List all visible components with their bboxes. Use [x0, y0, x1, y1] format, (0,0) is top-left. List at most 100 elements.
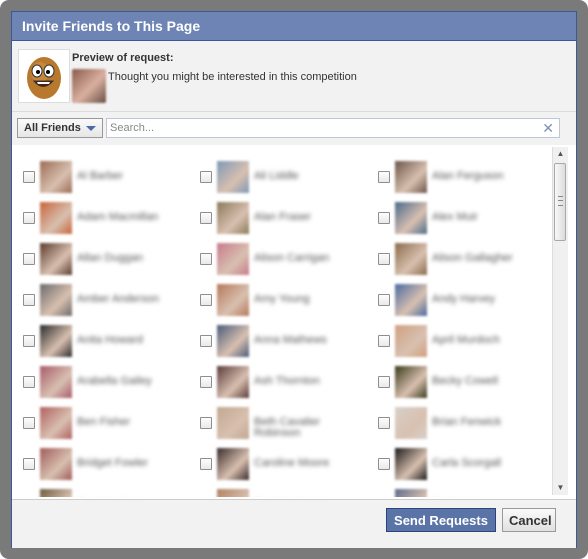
- friend-checkbox[interactable]: [200, 335, 212, 347]
- friend-item[interactable]: April Murdoch: [378, 325, 548, 359]
- friend-name: Alison Carrigan: [254, 252, 330, 264]
- friend-item[interactable]: Amy Young: [200, 284, 370, 318]
- friend-checkbox[interactable]: [200, 294, 212, 306]
- friend-checkbox[interactable]: [200, 376, 212, 388]
- friend-avatar: [395, 407, 427, 439]
- friend-name: Al Barber: [77, 170, 123, 182]
- grip-icon: [558, 196, 563, 206]
- friend-item[interactable]: Cat Learn: [378, 489, 548, 497]
- friend-avatar: [217, 489, 249, 497]
- friend-checkbox[interactable]: [23, 294, 35, 306]
- friend-checkbox[interactable]: [378, 253, 390, 265]
- friend-item[interactable]: Ali Liddle: [200, 161, 370, 195]
- friend-avatar: [395, 243, 427, 275]
- friend-name: Becky Cowell: [432, 375, 499, 387]
- search-input[interactable]: [110, 120, 530, 136]
- friend-list: Al Barber Ali Liddle Alan Ferguson Adam Mac…: [12, 145, 576, 497]
- scrollbar-thumb[interactable]: [554, 163, 566, 241]
- friend-item[interactable]: Carla Scorgall: [378, 448, 548, 482]
- friend-item[interactable]: Al Barber: [23, 161, 193, 195]
- friend-name: Amber Anderson: [77, 293, 159, 305]
- friend-item[interactable]: Anna Mathews: [200, 325, 370, 359]
- friend-name: Caroline Moore: [254, 457, 330, 469]
- preview-title: Preview of request:: [72, 52, 174, 64]
- search-box: ✕: [106, 118, 560, 138]
- scroll-up-arrow-icon[interactable]: ▲: [553, 147, 568, 161]
- friend-avatar: [40, 243, 72, 275]
- friend-name: Carla Scorgall: [432, 457, 502, 469]
- friend-checkbox[interactable]: [23, 417, 35, 429]
- friend-name: Andy Harvey: [432, 293, 495, 305]
- friend-item[interactable]: Carl Morrison: [23, 489, 193, 497]
- friend-item[interactable]: Alan Fraser: [200, 202, 370, 236]
- friend-checkbox[interactable]: [200, 458, 212, 470]
- friend-checkbox[interactable]: [378, 294, 390, 306]
- friend-avatar: [217, 243, 249, 275]
- clear-search-icon[interactable]: ✕: [542, 120, 554, 136]
- friend-item[interactable]: Allan Duggan: [23, 243, 193, 277]
- friend-item[interactable]: Becky Cowell: [378, 366, 548, 400]
- friend-item[interactable]: Ash Thornton: [200, 366, 370, 400]
- friend-checkbox[interactable]: [23, 458, 35, 470]
- friend-item[interactable]: Beth Cavalier Robinson: [200, 407, 370, 441]
- friend-item[interactable]: Ben Fisher: [23, 407, 193, 441]
- friend-name: Anita Howard: [77, 334, 144, 346]
- dialog-title: Invite Friends to This Page: [12, 12, 576, 41]
- friend-avatar: [40, 284, 72, 316]
- friend-name: Alan Ferguson: [432, 170, 504, 182]
- friend-avatar: [40, 448, 72, 480]
- friend-avatar: [217, 366, 249, 398]
- friend-checkbox[interactable]: [378, 335, 390, 347]
- friend-checkbox[interactable]: [200, 171, 212, 183]
- scroll-down-arrow-icon[interactable]: ▼: [553, 481, 568, 495]
- friend-checkbox[interactable]: [200, 417, 212, 429]
- request-preview: Preview of request: Thought you might be…: [12, 41, 576, 112]
- friend-avatar: [40, 407, 72, 439]
- friend-item[interactable]: Carly Anderson: [200, 489, 370, 497]
- friend-checkbox[interactable]: [23, 171, 35, 183]
- friend-checkbox[interactable]: [200, 253, 212, 265]
- friend-item[interactable]: Adam Macmillan: [23, 202, 193, 236]
- friend-name: Bridget Fowler: [77, 457, 148, 469]
- list-scrollbar[interactable]: ▲ ▼: [552, 147, 568, 495]
- cancel-button[interactable]: Cancel: [502, 508, 556, 532]
- friend-avatar: [395, 284, 427, 316]
- preview-message: Thought you might be interested in this …: [108, 71, 357, 83]
- friend-checkbox[interactable]: [200, 212, 212, 224]
- friend-avatar: [395, 448, 427, 480]
- friend-avatar: [395, 161, 427, 193]
- friend-checkbox[interactable]: [378, 458, 390, 470]
- friend-item[interactable]: Brian Fenwick: [378, 407, 548, 441]
- friend-item[interactable]: Caroline Moore: [200, 448, 370, 482]
- friend-checkbox[interactable]: [23, 335, 35, 347]
- friend-checkbox[interactable]: [378, 212, 390, 224]
- friend-item[interactable]: Alison Carrigan: [200, 243, 370, 277]
- friend-name: Alan Fraser: [254, 211, 311, 223]
- friend-avatar: [395, 366, 427, 398]
- friend-checkbox[interactable]: [378, 376, 390, 388]
- dropdown-label: All Friends: [24, 122, 81, 134]
- friend-name: Ash Thornton: [254, 375, 320, 387]
- friend-item[interactable]: Amber Anderson: [23, 284, 193, 318]
- friend-checkbox[interactable]: [23, 212, 35, 224]
- friend-avatar: [40, 366, 72, 398]
- friend-avatar: [217, 325, 249, 357]
- friend-checkbox[interactable]: [378, 417, 390, 429]
- invite-dialog: Invite Friends to This Page Preview of r…: [11, 11, 577, 548]
- friend-item[interactable]: Andy Harvey: [378, 284, 548, 318]
- filter-bar: All Friends ✕: [12, 112, 576, 147]
- friend-checkbox[interactable]: [23, 253, 35, 265]
- friend-item[interactable]: Anita Howard: [23, 325, 193, 359]
- friend-checkbox[interactable]: [378, 171, 390, 183]
- friend-item[interactable]: Bridget Fowler: [23, 448, 193, 482]
- friend-item[interactable]: Alan Ferguson: [378, 161, 548, 195]
- send-requests-button[interactable]: Send Requests: [386, 508, 496, 532]
- friend-item[interactable]: Arabella Gailey: [23, 366, 193, 400]
- sender-avatar: [72, 69, 106, 103]
- friend-checkbox[interactable]: [23, 376, 35, 388]
- friend-item[interactable]: Alison Gallagher: [378, 243, 548, 277]
- friends-filter-dropdown[interactable]: All Friends: [17, 118, 103, 138]
- chevron-down-icon: [86, 126, 96, 131]
- friend-item[interactable]: Alex Muir: [378, 202, 548, 236]
- friend-avatar: [40, 202, 72, 234]
